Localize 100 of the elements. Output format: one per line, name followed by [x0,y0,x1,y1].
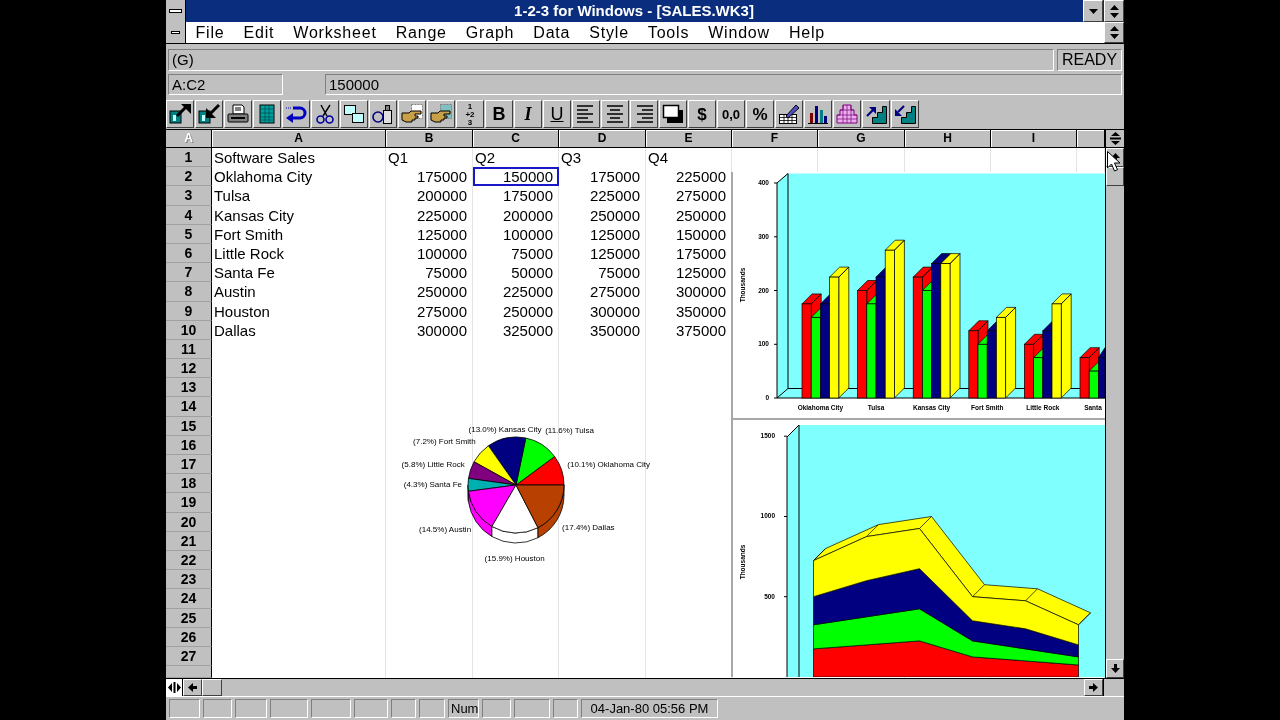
toolbar-button[interactable] [891,100,919,128]
contents-field[interactable]: 150000 [325,74,1122,95]
row-header[interactable]: 22 [166,550,212,571]
toolbar-button[interactable] [311,100,339,128]
toolbar-button[interactable] [282,100,310,128]
column-header[interactable]: E [646,130,732,148]
menu-item[interactable]: Help [779,22,835,43]
row-header[interactable]: 17 [166,455,212,475]
toolbar-button[interactable] [369,100,397,128]
scroll-thumb[interactable] [202,679,222,696]
toolbar-button[interactable] [862,100,890,128]
sheet-cell[interactable]: Q3 [559,148,646,168]
column-header[interactable]: H [905,130,991,148]
sheet-cell[interactable]: Q1 [386,148,473,168]
column-header[interactable]: A [212,130,386,148]
minimize-button[interactable] [1083,0,1103,22]
toolbar-button[interactable] [195,100,223,128]
sheet-cell[interactable]: Oklahoma City [212,167,386,187]
vertical-scrollbar[interactable] [1105,130,1124,678]
row-header[interactable]: 11 [166,339,212,360]
column-header[interactable] [1077,130,1105,148]
sum-button[interactable]: 1 +2 3 [456,100,484,128]
row-header[interactable]: 1 [166,148,212,168]
sheet-cell[interactable]: 225000 [559,186,646,206]
bold-button[interactable]: B [485,100,513,128]
toolbar-button[interactable] [340,100,368,128]
sheet-cell[interactable]: Kansas City [212,205,386,225]
sheet-cell[interactable]: 275000 [559,282,646,302]
toolbar-button[interactable] [253,100,281,128]
toolbar-button[interactable] [833,100,861,128]
row-header[interactable]: 23 [166,570,212,590]
sheet-cell[interactable]: Software Sales [212,148,386,168]
menu-item[interactable]: Range [386,22,457,43]
row-header[interactable] [166,666,212,678]
sheet-cell[interactable]: 175000 [473,186,559,206]
sheet-cell[interactable]: 200000 [386,186,473,206]
column-header[interactable]: G [818,130,905,148]
row-header[interactable]: 10 [166,320,212,340]
row-header[interactable]: 7 [166,263,212,283]
sheet-cell[interactable]: Q2 [473,148,559,168]
row-header[interactable]: 12 [166,359,212,379]
toolbar-button[interactable] [630,100,658,128]
menu-item[interactable]: Style [579,22,639,43]
toolbar-button[interactable] [601,100,629,128]
menu-item[interactable]: Data [523,22,580,43]
column-header[interactable]: I [991,130,1077,148]
format-button[interactable]: 0,0 [717,100,745,128]
sheet-cell[interactable]: 250000 [386,282,473,302]
row-header[interactable]: 18 [166,474,212,494]
row-header[interactable]: 15 [166,416,212,436]
sheet-cell[interactable]: Q4 [646,148,732,168]
row-header[interactable]: 2 [166,167,212,187]
column-header[interactable]: F [732,130,818,148]
row-header[interactable]: 19 [166,493,212,513]
row-header[interactable]: 4 [166,205,212,225]
row-header[interactable]: 3 [166,186,212,206]
sheet-cell[interactable]: 100000 [473,224,559,244]
menu-item[interactable]: Graph [456,22,524,43]
row-header[interactable]: 14 [166,397,212,417]
italic-button[interactable]: I [514,100,542,128]
horizontal-scrollbar[interactable] [166,678,1124,696]
sheet-cell[interactable]: 225000 [386,205,473,225]
scroll-right-button[interactable] [1084,679,1103,696]
sheet-cell[interactable]: 175000 [386,167,473,187]
row-header[interactable]: 9 [166,301,212,321]
sheet-cell[interactable]: 250000 [559,205,646,225]
split-box[interactable] [166,679,183,696]
format-button[interactable]: % [746,100,774,128]
row-header[interactable]: 21 [166,531,212,551]
sheet-cell[interactable]: 350000 [559,320,646,340]
sheet-cell[interactable]: 225000 [473,282,559,302]
row-header[interactable]: 5 [166,224,212,244]
row-header[interactable]: 25 [166,608,212,628]
row-header[interactable]: 16 [166,435,212,455]
sheet-cell[interactable]: 75000 [473,243,559,264]
sheet-cell[interactable]: 325000 [473,320,559,340]
format-button[interactable]: $ [688,100,716,128]
sheet-cell[interactable]: Little Rock [212,243,386,264]
menu-item[interactable]: Tools [638,22,699,43]
sheet-cell[interactable]: 275000 [386,301,473,321]
sheet-cell[interactable]: Santa Fe [212,263,386,283]
toolbar-button[interactable] [166,100,194,128]
menu-item[interactable]: Worksheet [283,22,387,43]
row-header[interactable]: 20 [166,512,212,532]
sheet-cell[interactable]: Houston [212,301,386,321]
sheet-cell[interactable]: 100000 [386,243,473,264]
sheet-cell[interactable]: 300000 [559,301,646,321]
maximize-button[interactable] [1104,0,1124,22]
scroll-left-button[interactable] [183,679,202,696]
row-header[interactable]: 24 [166,589,212,609]
sheet-cell[interactable]: Fort Smith [212,224,386,244]
toolbar-button[interactable] [427,100,455,128]
row-header[interactable]: 27 [166,646,212,667]
sheet-cell[interactable]: 125000 [559,243,646,264]
menu-item[interactable]: Window [698,22,780,43]
document-menu-button[interactable] [166,22,186,43]
sheet-cell[interactable]: Austin [212,282,386,302]
toolbar-button[interactable] [224,100,252,128]
column-header[interactable]: B [386,130,473,148]
row-header[interactable]: 8 [166,282,212,302]
